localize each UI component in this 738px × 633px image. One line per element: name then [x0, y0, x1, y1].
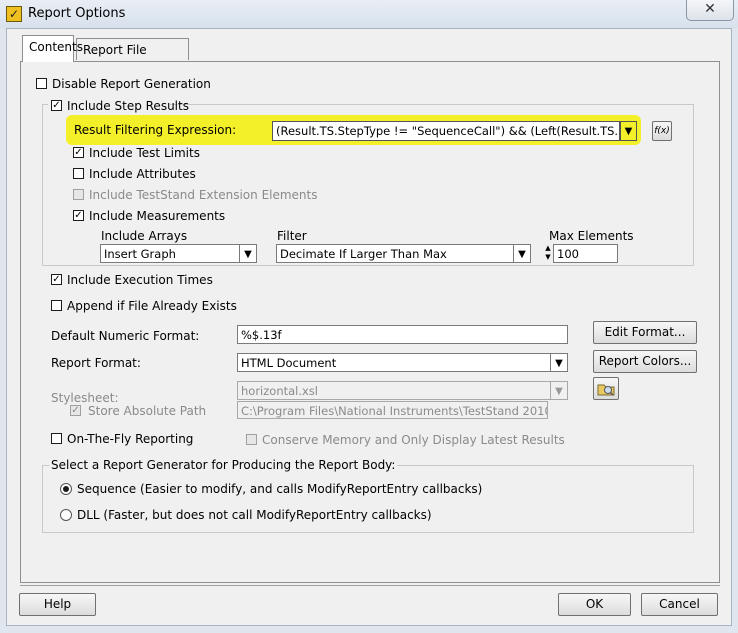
- report-generator-legend: Select a Report Generator for Producing …: [49, 458, 398, 472]
- include-measurements-checkbox[interactable]: ✓: [73, 210, 84, 221]
- browse-button[interactable]: [593, 377, 619, 400]
- tab-report-file-pathname[interactable]: Report File Pathname: [76, 38, 189, 79]
- report-format-select[interactable]: HTML Document: [237, 353, 551, 372]
- on-the-fly-checkbox[interactable]: [51, 433, 62, 444]
- include-arrays-label: Include Arrays: [101, 229, 188, 243]
- include-execution-times-label: Include Execution Times: [67, 273, 213, 287]
- cancel-button[interactable]: Cancel: [641, 593, 718, 616]
- include-attributes-checkbox[interactable]: [73, 168, 84, 179]
- report-generator-group: [42, 465, 694, 533]
- disable-report-generation-label: Disable Report Generation: [52, 77, 211, 91]
- fx-button[interactable]: f(x): [652, 121, 672, 141]
- include-execution-times-checkbox[interactable]: ✓: [51, 274, 62, 285]
- max-elements-spinner[interactable]: ▲ ▼: [543, 244, 553, 263]
- filter-select[interactable]: Decimate If Larger Than Max: [276, 244, 514, 263]
- include-extension-elements-label: Include TestStand Extension Elements: [89, 188, 318, 202]
- tab-contents[interactable]: Contents: [22, 35, 83, 62]
- browse-folder-icon: [597, 384, 615, 396]
- spin-down-icon[interactable]: ▼: [543, 253, 553, 262]
- window-title: Report Options: [28, 6, 126, 21]
- sequence-radio-label: Sequence (Easier to modify, and calls Mo…: [77, 482, 483, 496]
- include-test-limits-label: Include Test Limits: [89, 146, 200, 160]
- filter-dropdown-icon[interactable]: ▼: [620, 121, 637, 141]
- spin-up-icon[interactable]: ▲: [543, 244, 553, 253]
- include-arrays-select[interactable]: Insert Graph: [100, 244, 240, 263]
- append-if-exists-label: Append if File Already Exists: [67, 299, 237, 313]
- stylesheet-label: Stylesheet:: [51, 391, 119, 405]
- close-button[interactable]: ✕: [686, 0, 734, 21]
- help-button[interactable]: Help: [19, 593, 96, 616]
- include-step-results-label: Include Step Results: [67, 99, 189, 113]
- stylesheet-select[interactable]: horizontal.xsl: [237, 381, 551, 400]
- report-format-label: Report Format:: [51, 356, 141, 370]
- stylesheet-dropdown-icon[interactable]: ▼: [551, 381, 568, 400]
- include-step-results-checkbox[interactable]: ✓: [51, 100, 62, 111]
- report-format-dropdown-icon[interactable]: ▼: [551, 353, 568, 372]
- close-icon: ✕: [704, 1, 716, 17]
- include-test-limits-checkbox[interactable]: ✓: [73, 147, 84, 158]
- store-absolute-path-checkbox[interactable]: ✓: [70, 405, 81, 416]
- include-measurements-label: Include Measurements: [89, 209, 226, 223]
- max-elements-input[interactable]: 100: [553, 244, 618, 263]
- max-elements-label: Max Elements: [549, 229, 634, 243]
- filter-select-dropdown-icon[interactable]: ▼: [514, 244, 531, 263]
- default-numeric-format-input[interactable]: %$.13f: [237, 325, 568, 344]
- result-filtering-label: Result Filtering Expression:: [74, 123, 237, 137]
- dll-radio-label: DLL (Faster, but does not call ModifyRep…: [77, 508, 432, 522]
- default-numeric-format-label: Default Numeric Format:: [51, 329, 200, 343]
- disable-report-generation-checkbox[interactable]: [36, 78, 47, 89]
- result-filtering-input[interactable]: (Result.TS.StepType != "SequenceCall") &…: [272, 121, 620, 141]
- report-colors-button[interactable]: Report Colors...: [593, 350, 697, 373]
- store-absolute-path-label: Store Absolute Path: [88, 404, 207, 418]
- include-attributes-label: Include Attributes: [89, 167, 196, 181]
- include-extension-elements-checkbox[interactable]: [73, 189, 84, 200]
- on-the-fly-label: On-The-Fly Reporting: [67, 432, 194, 446]
- stylesheet-path-field[interactable]: C:\Program Files\National Instruments\Te…: [237, 401, 548, 419]
- app-icon: ✓: [6, 6, 22, 22]
- conserve-memory-label: Conserve Memory and Only Display Latest …: [262, 433, 565, 447]
- dll-radio[interactable]: [60, 509, 72, 521]
- sequence-radio[interactable]: [60, 483, 72, 495]
- ok-button[interactable]: OK: [558, 593, 631, 616]
- conserve-memory-checkbox[interactable]: [246, 434, 257, 445]
- footer-separator: [20, 585, 720, 586]
- filter-label: Filter: [277, 229, 307, 243]
- append-if-exists-checkbox[interactable]: [51, 300, 62, 311]
- edit-format-button[interactable]: Edit Format...: [593, 321, 697, 344]
- include-arrays-dropdown-icon[interactable]: ▼: [240, 244, 257, 263]
